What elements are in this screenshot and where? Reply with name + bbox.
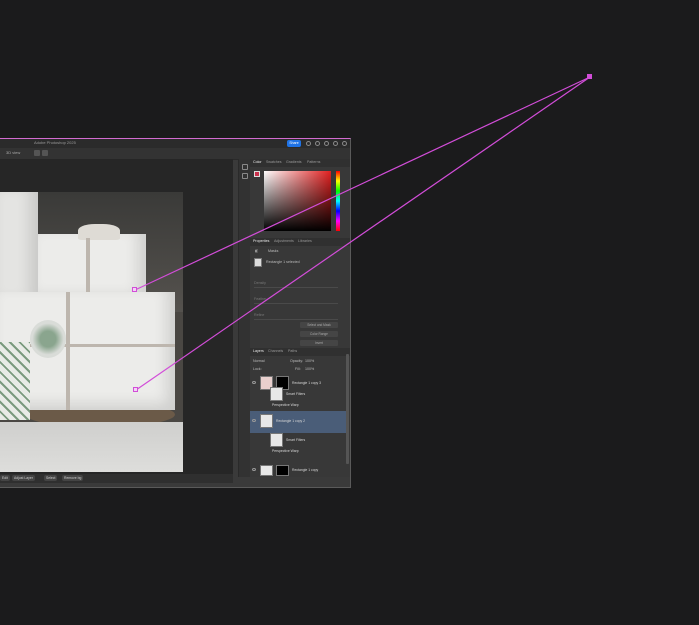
transform-handle[interactable] <box>132 287 137 292</box>
annotation-line-upper <box>134 76 591 291</box>
annotation-line-lower <box>135 76 591 391</box>
transform-handle[interactable] <box>133 387 138 392</box>
vanishing-point-handle[interactable] <box>587 74 592 79</box>
annotation-overlay <box>134 76 591 391</box>
